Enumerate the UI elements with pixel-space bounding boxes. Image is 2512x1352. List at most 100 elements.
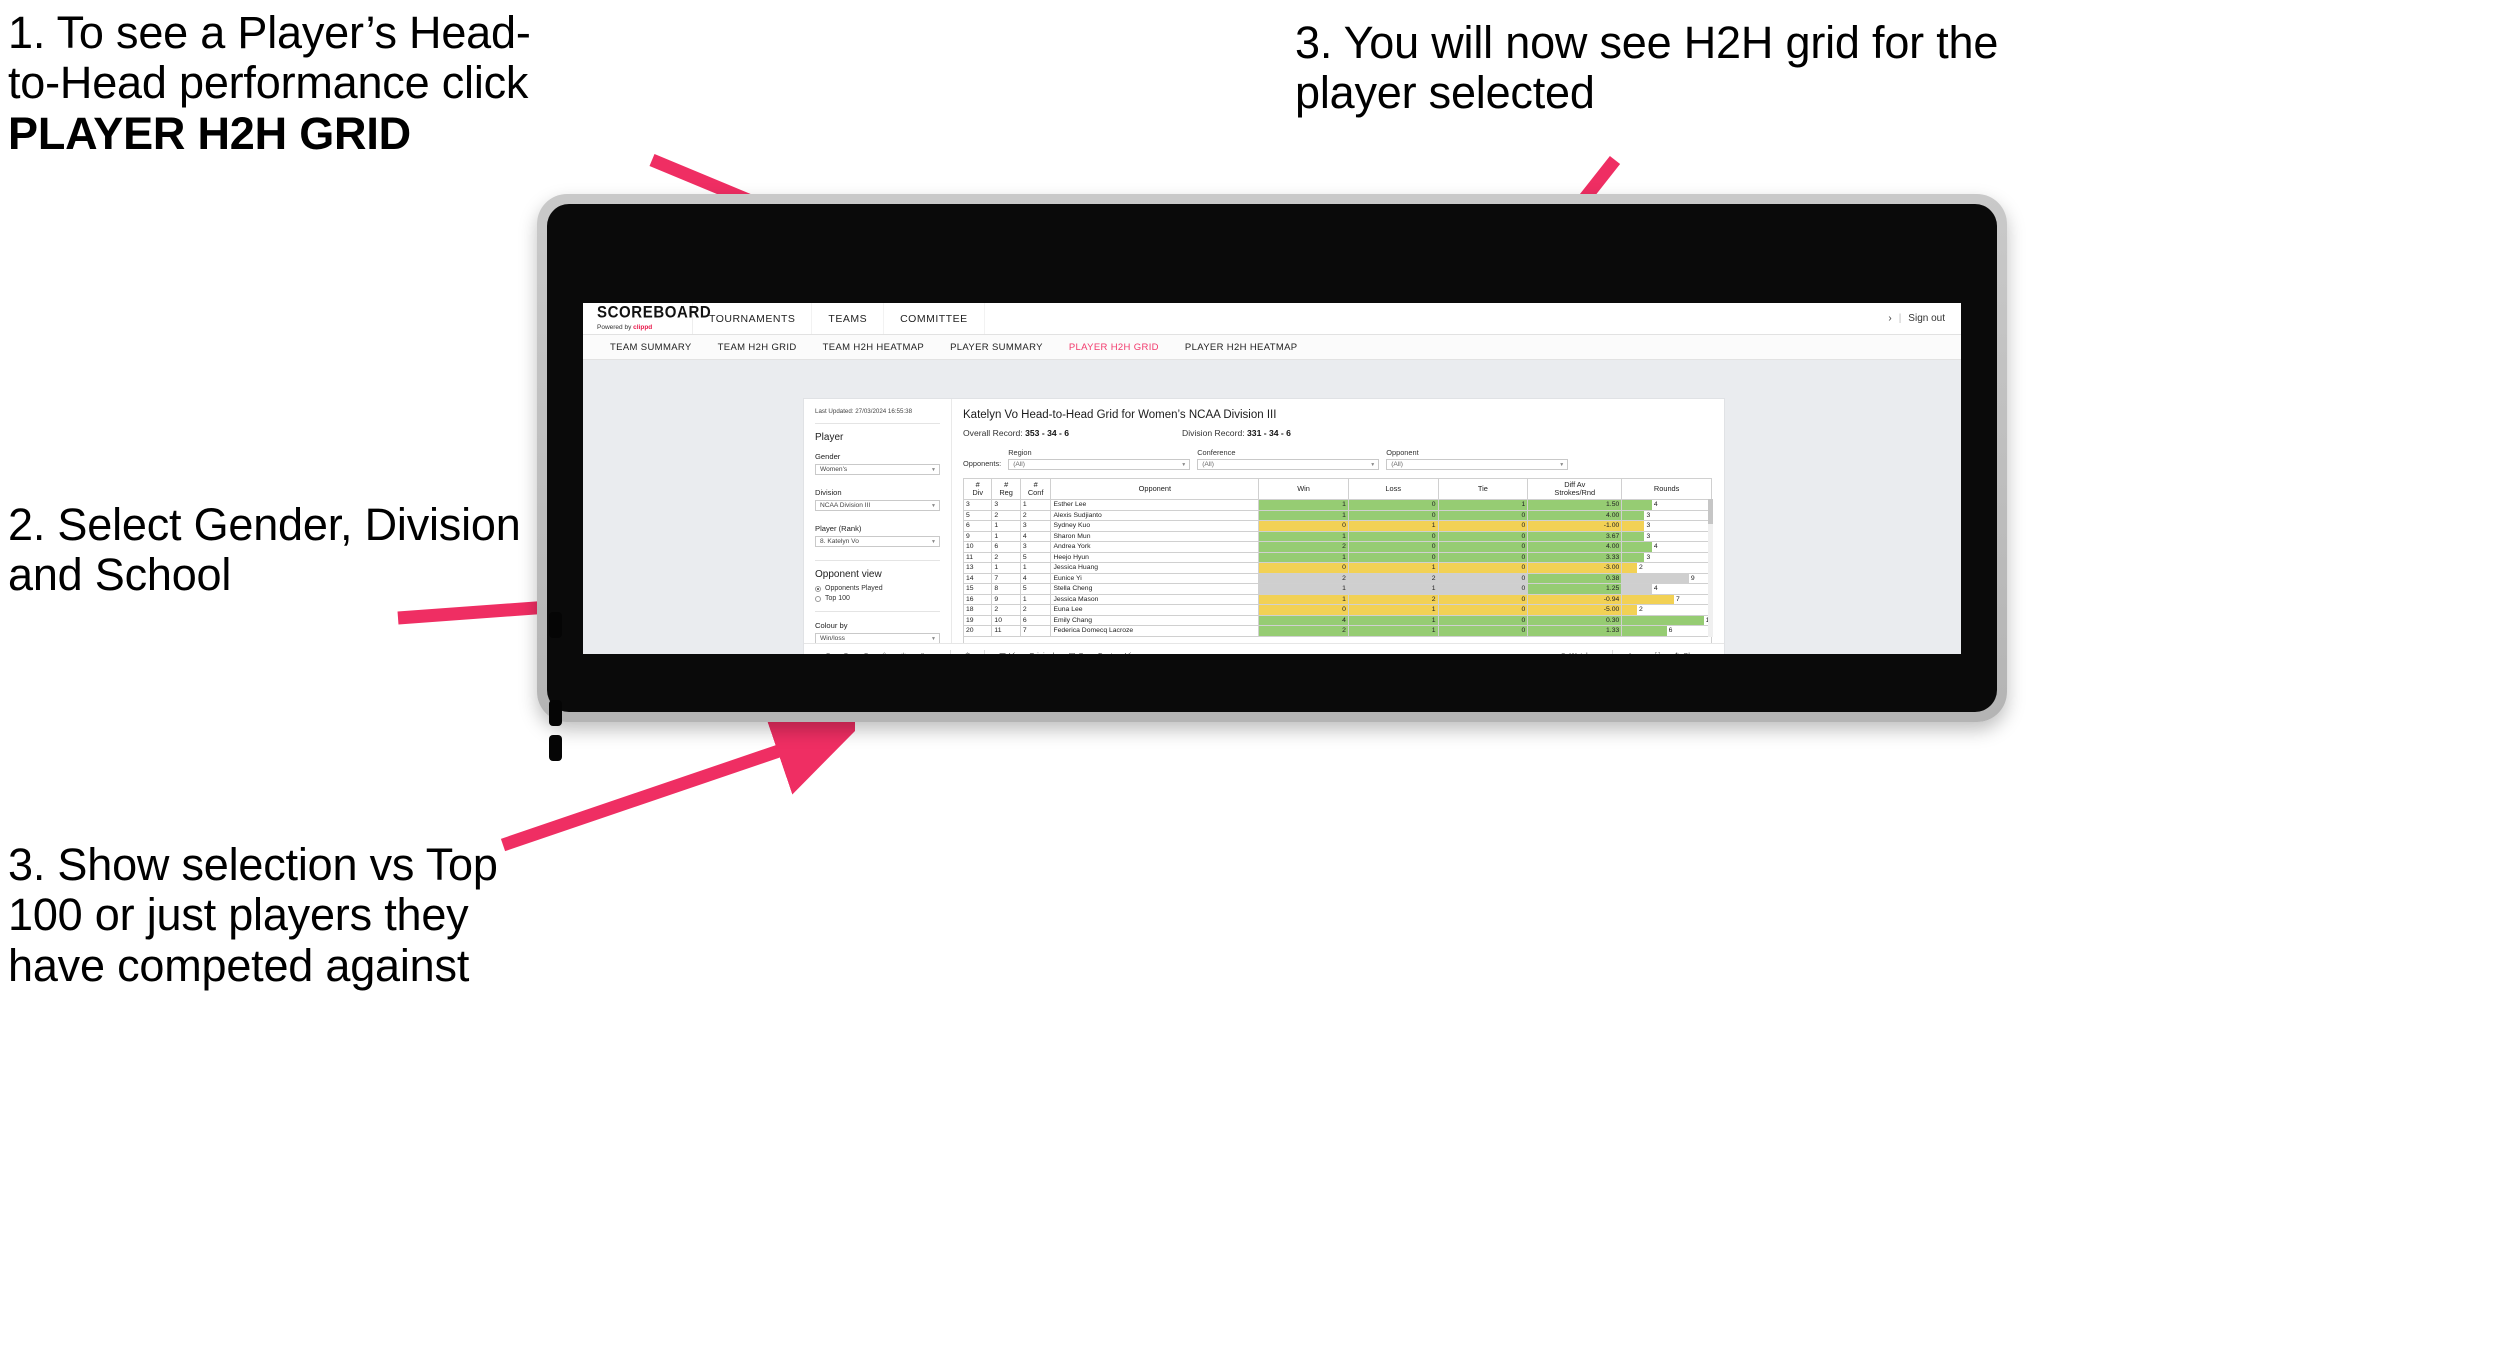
- cell-diff: 4.00: [1527, 509, 1623, 521]
- cell-diff: 3.33: [1527, 551, 1623, 563]
- table-row[interactable]: 16 9 1 Jessica Mason 1 2 0 -0.94 7: [962, 593, 1712, 605]
- fullscreen-button[interactable]: ⛶: [1648, 651, 1667, 655]
- share-button[interactable]: ↰ Share: [1667, 651, 1710, 654]
- save-custom-view-button[interactable]: ▤ Save Custom View: [1061, 651, 1147, 654]
- cell-tie: 0: [1437, 530, 1529, 542]
- grid-col-header-0[interactable]: # Div: [962, 478, 993, 500]
- conference-filter[interactable]: Conference (All) ▼: [1197, 448, 1380, 470]
- cell-conf: 4: [1019, 572, 1052, 584]
- cell-reg: 2: [991, 604, 1021, 616]
- watch-button[interactable]: ◎ Watch ▼: [1553, 651, 1605, 654]
- cell-reg: 3: [991, 499, 1021, 511]
- cell-win: 1: [1258, 583, 1349, 595]
- save-view-icon: ▤: [1068, 651, 1075, 654]
- grid-col-header-1[interactable]: # Reg: [991, 478, 1021, 500]
- cell-opponent: Euna Lee: [1050, 604, 1260, 616]
- opponent-value: (All): [1391, 461, 1403, 468]
- tab-player-summary[interactable]: PLAYER SUMMARY: [937, 342, 1056, 353]
- tab-player-h2h-grid[interactable]: PLAYER H2H GRID: [1056, 342, 1172, 353]
- cell-loss: 1: [1347, 583, 1439, 595]
- table-row[interactable]: 9 1 4 Sharon Mun 1 0 0 3.67 3: [962, 530, 1712, 542]
- download-icon: ⎒: [1627, 651, 1633, 655]
- filters-divider-3: [815, 611, 940, 613]
- grid-col-header-5[interactable]: Loss: [1347, 478, 1439, 500]
- table-row[interactable]: 11 2 5 Heejo Hyun 1 0 0 3.33 3: [962, 551, 1712, 563]
- topnav-spacer: [985, 303, 1889, 334]
- download-button[interactable]: ⎒ ▼: [1620, 651, 1648, 655]
- table-row[interactable]: 3 3 1 Esther Lee 1 0 1 1.50 4: [962, 499, 1712, 511]
- clippd-label: clippd: [633, 324, 653, 331]
- table-row[interactable]: 18 2 2 Euna Lee 0 1 0 -5.00 2: [962, 604, 1712, 616]
- gender-label: Gender: [815, 452, 841, 462]
- division-value: NCAA Division III: [820, 502, 871, 510]
- view-icon: ▦: [999, 651, 1006, 654]
- grid-col-header-6[interactable]: Tie: [1437, 478, 1529, 500]
- cell-conf: 1: [1019, 593, 1052, 605]
- tablet-power-button[interactable]: [549, 735, 562, 761]
- view-original-button[interactable]: ▦ View: Original: [992, 651, 1061, 654]
- opponent-filter[interactable]: Opponent (All) ▼: [1386, 448, 1569, 470]
- toolbar-divider-2: [984, 650, 985, 654]
- table-row[interactable]: 6 1 3 Sydney Kuo 0 1 0 -1.00 3: [962, 520, 1712, 532]
- redo-icon[interactable]: ↷: [837, 651, 856, 654]
- cell-loss: 1: [1347, 614, 1439, 626]
- division-select[interactable]: NCAA Division III ▼: [815, 500, 940, 512]
- conference-select[interactable]: (All) ▼: [1197, 459, 1380, 470]
- revert-icon[interactable]: ↶: [856, 651, 875, 654]
- topnav-item-teams[interactable]: TEAMS: [812, 303, 885, 334]
- share-icon: ↰: [1674, 651, 1680, 654]
- grid-scrollbar-thumb[interactable]: [1708, 499, 1713, 524]
- table-row[interactable]: 5 2 2 Alexis Sudjianto 1 0 0 4.00 3: [962, 509, 1712, 521]
- cell-conf: 2: [1019, 604, 1052, 616]
- chevron-down-icon[interactable]: ▼: [932, 653, 943, 655]
- history-icon[interactable]: ⏱: [958, 651, 977, 655]
- cell-win: 2: [1258, 572, 1349, 584]
- cell-win: 0: [1258, 604, 1349, 616]
- table-row[interactable]: 10 6 3 Andrea York 2 0 0 4.00 4: [962, 541, 1712, 553]
- tablet-volume-button-1[interactable]: [549, 612, 562, 638]
- highlight-icon[interactable]: ▯: [913, 651, 932, 654]
- grid-col-header-8[interactable]: Rounds: [1621, 478, 1712, 500]
- chevron-down-icon: ▼: [1593, 653, 1598, 655]
- radio-opponents-played[interactable]: Opponents Played: [815, 585, 940, 592]
- grid-col-header-2[interactable]: # Conf: [1019, 478, 1052, 500]
- cell-conf: 5: [1019, 583, 1052, 595]
- opponent-select[interactable]: (All) ▼: [1386, 459, 1569, 470]
- tab-player-h2h-heatmap[interactable]: PLAYER H2H HEATMAP: [1172, 342, 1311, 353]
- radio-icon-unselected: [815, 595, 821, 602]
- topnav-item-committee[interactable]: COMMITTEE: [884, 303, 985, 334]
- cell-loss: 0: [1347, 509, 1439, 521]
- brand-logo[interactable]: SCOREBOARD Powered by clippd: [583, 303, 711, 334]
- cell-conf: 2: [1019, 509, 1052, 521]
- tab-team-h2h-grid[interactable]: TEAM H2H GRID: [705, 342, 810, 353]
- tab-team-summary[interactable]: TEAM SUMMARY: [597, 342, 705, 353]
- cell-div: 3: [962, 499, 993, 511]
- grid-col-header-7[interactable]: Diff Av Strokes/Rnd: [1527, 478, 1623, 500]
- region-filter[interactable]: Region (All) ▼: [1008, 448, 1191, 470]
- grid-col-header-3[interactable]: Opponent: [1050, 478, 1260, 500]
- pause-updates-icon[interactable]: ⎈: [894, 651, 913, 655]
- grid-col-header-4[interactable]: Win: [1258, 478, 1349, 500]
- table-row[interactable]: 15 8 5 Stella Cheng 1 1 0 1.25 4: [962, 583, 1712, 595]
- tablet-volume-button-2[interactable]: [549, 700, 562, 726]
- toolbar-divider-3: [1612, 650, 1614, 654]
- cell-win: 1: [1258, 551, 1349, 563]
- undo-icon[interactable]: ↶: [818, 651, 837, 654]
- table-row[interactable]: 20 11 7 Federica Domecq Lacroze 2 1 0 1.33 6: [962, 625, 1712, 637]
- refresh-icon[interactable]: ⎆: [875, 651, 894, 655]
- region-select[interactable]: (All) ▼: [1008, 459, 1191, 470]
- tab-team-h2h-heatmap[interactable]: TEAM H2H HEATMAP: [810, 342, 938, 353]
- player-rank-select[interactable]: 8. Katelyn Vo ▼: [815, 536, 940, 548]
- table-row[interactable]: 14 7 4 Eunice Yi 2 2 0 0.38 9: [962, 572, 1712, 584]
- top-navigation-bar: SCOREBOARD Powered by clippd TOURNAMENTS…: [583, 303, 1961, 335]
- sign-out-link[interactable]: Sign out: [1908, 313, 1945, 324]
- radio-top-100[interactable]: Top 100: [815, 595, 940, 602]
- chevron-down-icon: ▼: [1636, 653, 1641, 655]
- table-row[interactable]: 19106Emily Chang4100.3011: [962, 614, 1713, 626]
- gender-select[interactable]: Women's ▼: [815, 464, 940, 476]
- table-row[interactable]: 13 1 1 Jessica Huang 0 1 0 -3.00 2: [962, 562, 1712, 574]
- cell-rounds: 2: [1621, 562, 1712, 574]
- cell-opponent: Jessica Mason: [1050, 593, 1260, 605]
- chevron-right-icon[interactable]: ›: [1888, 313, 1891, 324]
- cell-reg: 8: [991, 583, 1021, 595]
